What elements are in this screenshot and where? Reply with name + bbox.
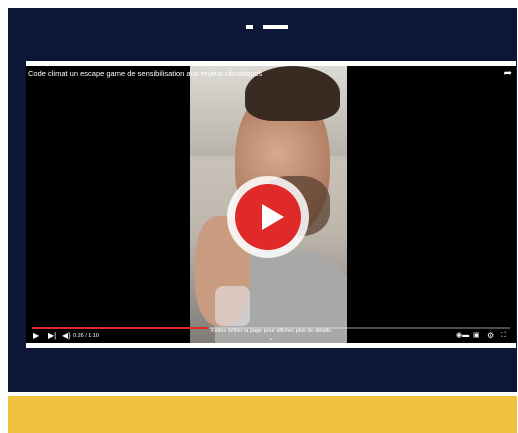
subtitles-icon[interactable]: ▣	[473, 331, 480, 341]
decor-dash-long	[263, 25, 288, 29]
play-icon	[235, 184, 301, 250]
footer-band	[8, 396, 517, 433]
page: Code climat un escape game de sensibilis…	[0, 0, 518, 433]
chevron-down-icon: ⌄	[268, 336, 274, 342]
share-icon[interactable]: ➦	[504, 68, 512, 79]
play-button[interactable]	[227, 176, 309, 258]
control-bar: ▶ ▶| ◀) 0:26 / 1:10 Faites défiler la pa…	[26, 328, 516, 343]
embed-border-bottom	[26, 343, 516, 348]
video-title[interactable]: Code climat un escape game de sensibilis…	[28, 69, 262, 78]
gear-icon[interactable]: ⚙	[487, 331, 494, 341]
autoplay-toggle-icon[interactable]: ◉▬	[456, 331, 469, 341]
fullscreen-icon[interactable]: ⛶	[501, 331, 506, 341]
decor-dash-short	[246, 25, 253, 29]
scroll-hint: Faites défiler la page pour afficher plu…	[211, 328, 331, 334]
video-player[interactable]: Code climat un escape game de sensibilis…	[26, 66, 516, 343]
